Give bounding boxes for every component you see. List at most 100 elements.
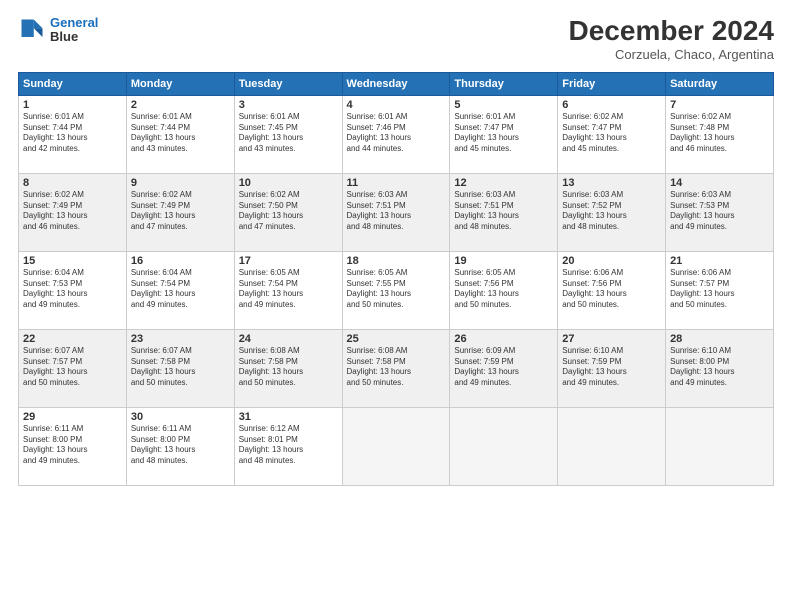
day-info: Sunrise: 6:04 AM Sunset: 7:54 PM Dayligh… [131, 268, 230, 311]
calendar-cell: 23Sunrise: 6:07 AM Sunset: 7:58 PM Dayli… [126, 329, 234, 407]
calendar-week-row: 29Sunrise: 6:11 AM Sunset: 8:00 PM Dayli… [19, 407, 774, 485]
calendar-cell: 20Sunrise: 6:06 AM Sunset: 7:56 PM Dayli… [558, 251, 666, 329]
calendar-day-header: Friday [558, 72, 666, 95]
calendar-cell: 2Sunrise: 6:01 AM Sunset: 7:44 PM Daylig… [126, 95, 234, 173]
day-info: Sunrise: 6:10 AM Sunset: 8:00 PM Dayligh… [670, 346, 769, 389]
day-info: Sunrise: 6:05 AM Sunset: 7:56 PM Dayligh… [454, 268, 553, 311]
day-number: 16 [131, 255, 230, 267]
day-info: Sunrise: 6:02 AM Sunset: 7:48 PM Dayligh… [670, 112, 769, 155]
calendar-cell: 28Sunrise: 6:10 AM Sunset: 8:00 PM Dayli… [666, 329, 774, 407]
calendar-cell: 22Sunrise: 6:07 AM Sunset: 7:57 PM Dayli… [19, 329, 127, 407]
calendar-day-header: Wednesday [342, 72, 450, 95]
day-number: 26 [454, 333, 553, 345]
title-block: December 2024 Corzuela, Chaco, Argentina [569, 16, 774, 62]
day-number: 24 [239, 333, 338, 345]
calendar-week-row: 8Sunrise: 6:02 AM Sunset: 7:49 PM Daylig… [19, 173, 774, 251]
calendar-cell [558, 407, 666, 485]
page: General Blue December 2024 Corzuela, Cha… [0, 0, 792, 612]
day-info: Sunrise: 6:01 AM Sunset: 7:44 PM Dayligh… [23, 112, 122, 155]
calendar-cell: 11Sunrise: 6:03 AM Sunset: 7:51 PM Dayli… [342, 173, 450, 251]
calendar-cell: 17Sunrise: 6:05 AM Sunset: 7:54 PM Dayli… [234, 251, 342, 329]
day-info: Sunrise: 6:04 AM Sunset: 7:53 PM Dayligh… [23, 268, 122, 311]
calendar-cell: 21Sunrise: 6:06 AM Sunset: 7:57 PM Dayli… [666, 251, 774, 329]
day-info: Sunrise: 6:08 AM Sunset: 7:58 PM Dayligh… [239, 346, 338, 389]
calendar-week-row: 1Sunrise: 6:01 AM Sunset: 7:44 PM Daylig… [19, 95, 774, 173]
day-number: 9 [131, 177, 230, 189]
day-number: 12 [454, 177, 553, 189]
calendar-cell: 24Sunrise: 6:08 AM Sunset: 7:58 PM Dayli… [234, 329, 342, 407]
day-info: Sunrise: 6:01 AM Sunset: 7:45 PM Dayligh… [239, 112, 338, 155]
day-number: 14 [670, 177, 769, 189]
calendar-day-header: Thursday [450, 72, 558, 95]
day-info: Sunrise: 6:07 AM Sunset: 7:57 PM Dayligh… [23, 346, 122, 389]
day-number: 31 [239, 411, 338, 423]
day-info: Sunrise: 6:03 AM Sunset: 7:52 PM Dayligh… [562, 190, 661, 233]
day-number: 5 [454, 99, 553, 111]
main-title: December 2024 [569, 16, 774, 47]
calendar-header-row: SundayMondayTuesdayWednesdayThursdayFrid… [19, 72, 774, 95]
day-info: Sunrise: 6:01 AM Sunset: 7:44 PM Dayligh… [131, 112, 230, 155]
calendar-cell: 5Sunrise: 6:01 AM Sunset: 7:47 PM Daylig… [450, 95, 558, 173]
day-number: 1 [23, 99, 122, 111]
calendar-week-row: 15Sunrise: 6:04 AM Sunset: 7:53 PM Dayli… [19, 251, 774, 329]
day-number: 13 [562, 177, 661, 189]
calendar-day-header: Saturday [666, 72, 774, 95]
calendar-cell: 19Sunrise: 6:05 AM Sunset: 7:56 PM Dayli… [450, 251, 558, 329]
calendar-day-header: Tuesday [234, 72, 342, 95]
calendar-week-row: 22Sunrise: 6:07 AM Sunset: 7:57 PM Dayli… [19, 329, 774, 407]
calendar-cell: 26Sunrise: 6:09 AM Sunset: 7:59 PM Dayli… [450, 329, 558, 407]
day-number: 20 [562, 255, 661, 267]
day-number: 22 [23, 333, 122, 345]
calendar-cell [342, 407, 450, 485]
calendar-table: SundayMondayTuesdayWednesdayThursdayFrid… [18, 72, 774, 486]
day-number: 8 [23, 177, 122, 189]
day-info: Sunrise: 6:10 AM Sunset: 7:59 PM Dayligh… [562, 346, 661, 389]
day-number: 21 [670, 255, 769, 267]
header: General Blue December 2024 Corzuela, Cha… [18, 16, 774, 62]
day-info: Sunrise: 6:01 AM Sunset: 7:47 PM Dayligh… [454, 112, 553, 155]
day-info: Sunrise: 6:03 AM Sunset: 7:51 PM Dayligh… [454, 190, 553, 233]
calendar-cell: 14Sunrise: 6:03 AM Sunset: 7:53 PM Dayli… [666, 173, 774, 251]
subtitle: Corzuela, Chaco, Argentina [569, 47, 774, 62]
calendar-cell: 18Sunrise: 6:05 AM Sunset: 7:55 PM Dayli… [342, 251, 450, 329]
logo-line1: General [50, 15, 98, 30]
day-info: Sunrise: 6:06 AM Sunset: 7:57 PM Dayligh… [670, 268, 769, 311]
day-info: Sunrise: 6:05 AM Sunset: 7:55 PM Dayligh… [347, 268, 446, 311]
day-info: Sunrise: 6:02 AM Sunset: 7:49 PM Dayligh… [131, 190, 230, 233]
day-info: Sunrise: 6:11 AM Sunset: 8:00 PM Dayligh… [131, 424, 230, 467]
day-info: Sunrise: 6:08 AM Sunset: 7:58 PM Dayligh… [347, 346, 446, 389]
day-info: Sunrise: 6:11 AM Sunset: 8:00 PM Dayligh… [23, 424, 122, 467]
calendar-cell: 12Sunrise: 6:03 AM Sunset: 7:51 PM Dayli… [450, 173, 558, 251]
calendar-cell: 1Sunrise: 6:01 AM Sunset: 7:44 PM Daylig… [19, 95, 127, 173]
day-info: Sunrise: 6:01 AM Sunset: 7:46 PM Dayligh… [347, 112, 446, 155]
day-number: 3 [239, 99, 338, 111]
calendar-cell: 27Sunrise: 6:10 AM Sunset: 7:59 PM Dayli… [558, 329, 666, 407]
calendar-cell: 8Sunrise: 6:02 AM Sunset: 7:49 PM Daylig… [19, 173, 127, 251]
day-number: 2 [131, 99, 230, 111]
calendar-cell: 9Sunrise: 6:02 AM Sunset: 7:49 PM Daylig… [126, 173, 234, 251]
day-number: 15 [23, 255, 122, 267]
day-number: 6 [562, 99, 661, 111]
calendar-cell: 15Sunrise: 6:04 AM Sunset: 7:53 PM Dayli… [19, 251, 127, 329]
day-number: 4 [347, 99, 446, 111]
calendar-cell: 16Sunrise: 6:04 AM Sunset: 7:54 PM Dayli… [126, 251, 234, 329]
day-number: 27 [562, 333, 661, 345]
calendar-cell [666, 407, 774, 485]
day-number: 7 [670, 99, 769, 111]
day-info: Sunrise: 6:02 AM Sunset: 7:49 PM Dayligh… [23, 190, 122, 233]
calendar-cell: 4Sunrise: 6:01 AM Sunset: 7:46 PM Daylig… [342, 95, 450, 173]
calendar-day-header: Monday [126, 72, 234, 95]
calendar-cell: 31Sunrise: 6:12 AM Sunset: 8:01 PM Dayli… [234, 407, 342, 485]
day-info: Sunrise: 6:03 AM Sunset: 7:51 PM Dayligh… [347, 190, 446, 233]
calendar-cell: 13Sunrise: 6:03 AM Sunset: 7:52 PM Dayli… [558, 173, 666, 251]
logo-text: General Blue [50, 16, 98, 45]
calendar-cell: 25Sunrise: 6:08 AM Sunset: 7:58 PM Dayli… [342, 329, 450, 407]
day-number: 10 [239, 177, 338, 189]
day-number: 23 [131, 333, 230, 345]
day-info: Sunrise: 6:09 AM Sunset: 7:59 PM Dayligh… [454, 346, 553, 389]
day-info: Sunrise: 6:06 AM Sunset: 7:56 PM Dayligh… [562, 268, 661, 311]
day-number: 30 [131, 411, 230, 423]
logo-line2: Blue [50, 30, 98, 44]
day-number: 28 [670, 333, 769, 345]
calendar-cell: 30Sunrise: 6:11 AM Sunset: 8:00 PM Dayli… [126, 407, 234, 485]
